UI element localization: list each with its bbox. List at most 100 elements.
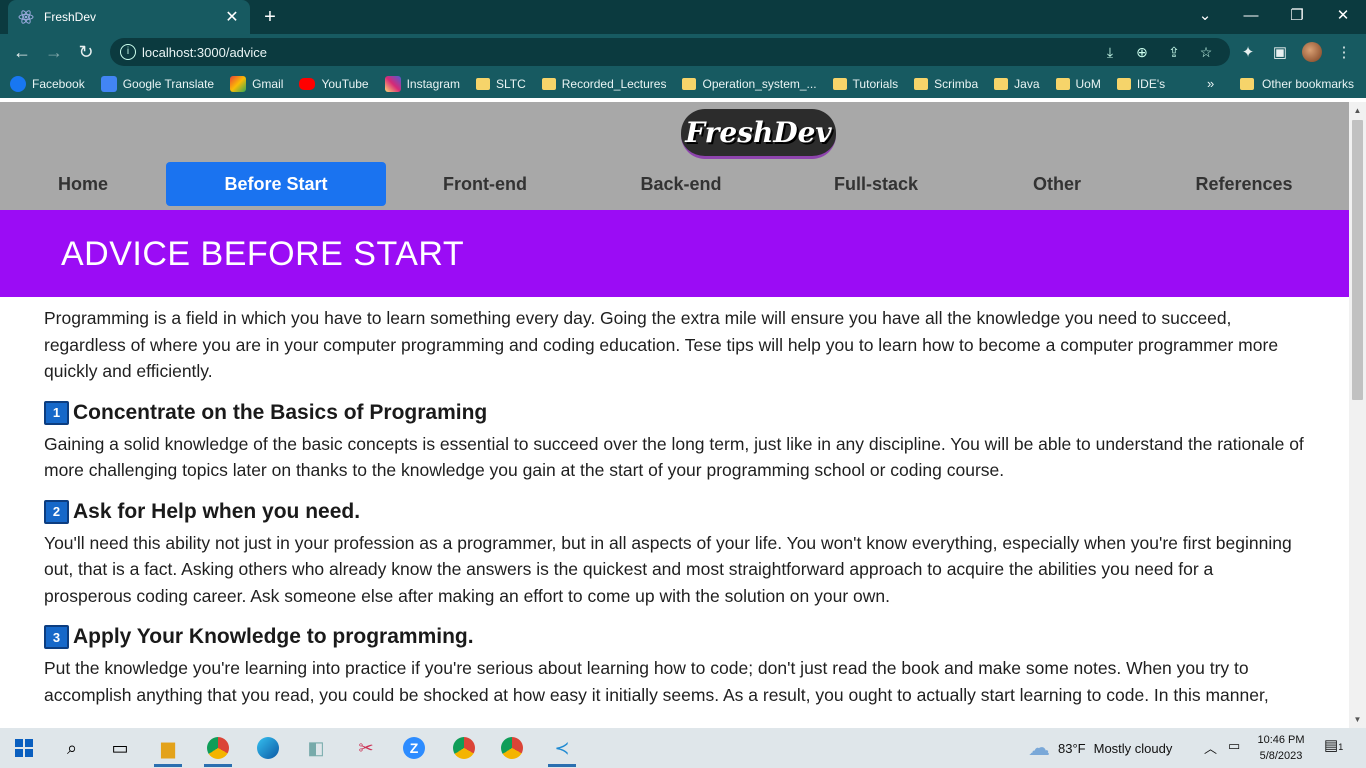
bookmark-folder-tutorials[interactable]: Tutorials [832, 77, 898, 91]
notification-icon[interactable]: ▤1 [1324, 736, 1343, 754]
share-icon[interactable]: ⇪ [1166, 44, 1182, 60]
tip-title: Apply Your Knowledge to programming. [73, 625, 474, 648]
nav-references[interactable]: References [1169, 162, 1319, 206]
tab-strip: FreshDev ✕ + ⌄ — ❐ ✕ [0, 0, 1366, 34]
weather-text: Mostly cloudy [1093, 740, 1173, 756]
extensions-icon[interactable]: ✦ [1238, 42, 1258, 62]
bookmark-gmail[interactable]: Gmail [230, 76, 283, 92]
tab-title: FreshDev [44, 10, 97, 24]
folder-icon [832, 78, 847, 90]
url-text[interactable]: localhost:3000/advice [142, 45, 267, 60]
tip-heading: 2 Ask for Help when you need. [44, 499, 1304, 524]
restore-button[interactable]: ❐ [1274, 0, 1320, 30]
reload-icon[interactable]: ↻ [74, 40, 98, 64]
task-view-icon[interactable]: ▭ [100, 732, 140, 764]
side-panel-icon[interactable]: ▣ [1270, 42, 1290, 62]
vscode-icon[interactable]: ≺ [542, 732, 582, 767]
edge-icon[interactable] [248, 732, 288, 764]
tip-heading: 1 Concentrate on the Basics of Programing [44, 400, 1304, 425]
site-info-icon[interactable]: i [120, 44, 136, 60]
address-bar[interactable]: i localhost:3000/advice ⤓ ⊕ ⇪ ☆ [110, 38, 1230, 66]
tip-heading: 3 Apply Your Knowledge to programming. [44, 625, 1304, 649]
bookmark-folder-operation-system[interactable]: Operation_system_... [682, 77, 817, 91]
page-scrollbar[interactable]: ▲ ▼ [1349, 102, 1366, 728]
gmail-icon [230, 76, 247, 92]
system-clock[interactable]: 10:46 PM 5/8/2023 [1256, 732, 1306, 764]
bookmark-label: SLTC [495, 77, 526, 91]
back-icon[interactable]: ← [10, 40, 34, 64]
nav-front-end[interactable]: Front-end [410, 162, 560, 206]
bookmark-label: Gmail [252, 77, 284, 91]
bookmark-google-translate[interactable]: Google Translate [100, 76, 215, 92]
other-bookmarks-folder[interactable]: Other bookmarks [1240, 70, 1354, 98]
bookmark-label: Scrimba [934, 77, 979, 91]
menu-icon[interactable]: ⋮ [1334, 42, 1354, 62]
file-explorer-icon[interactable]: ▆ [148, 732, 188, 767]
bookmark-folder-scrimba[interactable]: Scrimba [914, 77, 978, 91]
bookmark-folder-recorded-lectures[interactable]: Recorded_Lectures [541, 77, 667, 91]
bookmarks-bar: Facebook Google Translate Gmail YouTube … [0, 70, 1366, 98]
scroll-up-icon[interactable]: ▲ [1349, 102, 1366, 119]
tip-body: Put the knowledge you're learning into p… [44, 658, 1269, 705]
minimize-button[interactable]: — [1228, 0, 1274, 30]
bookmark-folder-ides[interactable]: IDE's [1116, 77, 1165, 91]
app-icon[interactable]: ◧ [296, 732, 336, 764]
bookmark-label: YouTube [321, 77, 369, 91]
page-banner: ADVICE BEFORE START [0, 210, 1349, 297]
zoom-app-icon[interactable]: Z [394, 732, 434, 764]
nav-other[interactable]: Other [997, 162, 1117, 206]
site-logo[interactable]: FreshDev [681, 109, 836, 159]
folder-icon [1116, 78, 1131, 90]
bookmark-star-icon[interactable]: ☆ [1198, 44, 1214, 60]
folder-icon [682, 78, 697, 90]
close-tab-icon[interactable]: ✕ [224, 9, 240, 26]
scroll-down-icon[interactable]: ▼ [1349, 711, 1366, 728]
tab-search-icon[interactable]: ⌄ [1182, 0, 1228, 30]
nav-before-start[interactable]: Before Start [166, 162, 386, 206]
site-header: FreshDev Home Before Start Front-end Bac… [0, 102, 1349, 210]
network-icon[interactable]: ▭ [1228, 738, 1240, 754]
close-window-button[interactable]: ✕ [1320, 0, 1366, 30]
number-1-icon: 1 [44, 400, 69, 425]
bookmark-folder-uom[interactable]: UoM [1055, 77, 1101, 91]
bookmark-folder-java[interactable]: Java [994, 77, 1040, 91]
tray-chevron-icon[interactable]: ︿ [1204, 738, 1217, 757]
nav-home[interactable]: Home [20, 162, 146, 206]
bookmark-label: Java [1014, 77, 1040, 91]
chrome-icon[interactable] [444, 732, 484, 764]
bookmark-instagram[interactable]: Instagram [384, 76, 460, 92]
number-2-icon: 2 [44, 499, 69, 524]
browser-tab[interactable]: FreshDev ✕ [8, 0, 250, 34]
new-tab-button[interactable]: + [258, 5, 282, 29]
bookmark-folder-sltc[interactable]: SLTC [475, 77, 526, 91]
bookmark-facebook[interactable]: Facebook [10, 76, 85, 92]
weather-widget[interactable]: ☁ 83°F Mostly cloudy [1028, 728, 1172, 768]
nav-full-stack[interactable]: Full-stack [801, 162, 951, 206]
scrollbar-thumb[interactable] [1352, 120, 1363, 400]
bookmark-label: Recorded_Lectures [561, 77, 667, 91]
chrome-profile-icon[interactable] [198, 732, 238, 767]
bookmark-label: Google Translate [122, 77, 215, 91]
page-title: ADVICE BEFORE START [61, 235, 465, 273]
windows-start-icon[interactable] [4, 732, 44, 764]
folder-icon [1240, 78, 1254, 90]
weather-temp: 83°F [1058, 740, 1086, 756]
chrome-icon[interactable] [492, 732, 532, 764]
main-nav: Home Before Start Front-end Back-end Ful… [0, 162, 1349, 206]
nav-back-end[interactable]: Back-end [606, 162, 756, 206]
clock-time: 10:46 PM [1257, 734, 1305, 746]
install-app-icon[interactable]: ⤓ [1102, 44, 1118, 60]
zoom-icon[interactable]: ⊕ [1134, 44, 1150, 60]
snipping-tool-icon[interactable]: ✂ [346, 732, 386, 764]
google-translate-icon [100, 76, 117, 92]
notification-count: 1 [1338, 742, 1344, 752]
folder-icon [1055, 78, 1070, 90]
page-viewport: FreshDev Home Before Start Front-end Bac… [0, 102, 1349, 728]
profile-avatar[interactable] [1302, 42, 1322, 62]
bookmark-youtube[interactable]: YouTube [299, 77, 369, 91]
windows-taskbar: ⌕ ▭ ▆ ◧ ✂ Z ≺ ☁ 83°F Mostly cloudy ︿ ▭ 1… [0, 728, 1366, 768]
more-bookmarks-icon[interactable]: » [1207, 76, 1214, 91]
forward-icon[interactable]: → [42, 40, 66, 64]
search-icon[interactable]: ⌕ [52, 732, 92, 764]
youtube-icon [299, 78, 316, 90]
